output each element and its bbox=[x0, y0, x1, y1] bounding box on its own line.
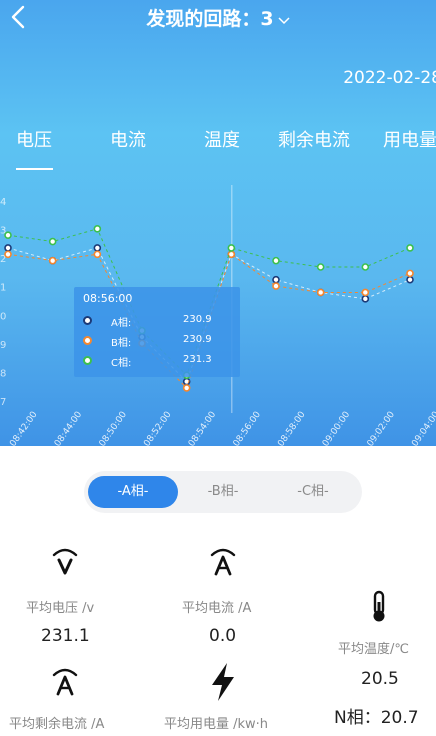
data-point bbox=[4, 231, 12, 239]
x-tick-label: 08:42:00 bbox=[8, 410, 40, 446]
y-tick-label: 7 bbox=[0, 397, 6, 408]
avg-temperature-label: 平均温度/℃ bbox=[338, 642, 409, 657]
x-tick-label: 09:02:00 bbox=[366, 410, 398, 446]
tab-current[interactable]: 电流 bbox=[110, 126, 146, 152]
chart-tooltip: 08:56:00 A相: 230.9 B相: 230.9 C相: 231.3 bbox=[74, 287, 240, 377]
avg-temperature-value: 20.5 bbox=[361, 669, 399, 689]
x-tick-label: 08:54:00 bbox=[187, 410, 219, 446]
voltage-v-icon bbox=[52, 548, 78, 575]
chevron-down-icon bbox=[278, 9, 290, 31]
x-tick-label: 09:00:00 bbox=[321, 410, 353, 446]
avg-residual-current-label: 平均剩余电流 /A bbox=[9, 717, 105, 732]
data-point bbox=[316, 288, 325, 297]
tab-temperature[interactable]: 温度 bbox=[204, 126, 240, 152]
data-point bbox=[93, 225, 102, 233]
tooltip-value: 231.3 bbox=[183, 354, 212, 365]
avg-voltage-label: 平均电压 /v bbox=[26, 601, 95, 616]
y-tick-label: 0 bbox=[0, 311, 6, 322]
header-panel: 发现的回路：3 2022-02-28 电压 电流 温度 剩余电流 用电量 432… bbox=[0, 0, 436, 446]
n-phase-value: 20.7 bbox=[380, 708, 419, 728]
tooltip-row-a: A相: 230.9 bbox=[83, 314, 233, 329]
phase-b-button[interactable]: -B相- bbox=[178, 476, 268, 508]
tab-residual-current[interactable]: 剩余电流 bbox=[278, 126, 350, 152]
data-point bbox=[227, 250, 236, 259]
data-point bbox=[48, 256, 57, 265]
y-tick-label: 8 bbox=[0, 368, 6, 379]
lightning-icon bbox=[212, 663, 234, 701]
avg-energy-label: 平均用电量 /kw·h bbox=[164, 717, 269, 732]
data-point bbox=[227, 244, 236, 252]
data-point bbox=[406, 269, 414, 278]
residual-current-icon bbox=[52, 668, 78, 696]
avg-current-value: 0.0 bbox=[209, 626, 237, 646]
x-tick-label: 09:04:00 bbox=[410, 410, 436, 446]
data-point bbox=[406, 244, 414, 252]
tab-energy[interactable]: 用电量 bbox=[383, 126, 436, 152]
tooltip-row-b: B相: 230.9 bbox=[83, 334, 233, 349]
thermometer-icon bbox=[373, 590, 385, 622]
data-point bbox=[4, 244, 12, 252]
y-tick-label: 4 bbox=[0, 197, 6, 208]
page-title-dropdown[interactable]: 发现的回路：3 bbox=[0, 4, 436, 31]
avg-voltage-value: 231.1 bbox=[41, 626, 90, 646]
data-point bbox=[93, 244, 102, 252]
data-point bbox=[272, 275, 280, 284]
series-c-dot-icon bbox=[83, 356, 92, 365]
data-point bbox=[406, 275, 414, 284]
series-a-dot-icon bbox=[83, 316, 92, 325]
n-phase-label: N相： bbox=[334, 708, 381, 728]
current-a-icon bbox=[210, 548, 236, 576]
x-tick-label: 08:58:00 bbox=[276, 410, 308, 446]
tooltip-value: 230.9 bbox=[183, 334, 212, 345]
tooltip-name: A相: bbox=[111, 318, 132, 329]
page-title: 发现的回路：3 bbox=[146, 8, 274, 30]
tab-voltage[interactable]: 电压 bbox=[16, 126, 52, 152]
phase-selector: -A相- -B相- -C相- bbox=[84, 471, 362, 513]
phase-c-button[interactable]: -C相- bbox=[268, 476, 358, 508]
data-point bbox=[182, 384, 191, 392]
data-point bbox=[272, 282, 280, 290]
data-point bbox=[272, 256, 280, 265]
data-point bbox=[4, 250, 12, 259]
data-point bbox=[361, 288, 370, 297]
x-tick-label: 08:44:00 bbox=[53, 410, 85, 446]
data-point bbox=[93, 250, 102, 259]
active-tab-indicator bbox=[16, 168, 53, 170]
series-b-dot-icon bbox=[83, 336, 92, 345]
tooltip-row-c: C相: 231.3 bbox=[83, 354, 233, 369]
tooltip-name: C相: bbox=[111, 358, 132, 369]
data-point bbox=[361, 295, 370, 303]
x-tick-label: 08:56:00 bbox=[232, 410, 264, 446]
tooltip-value: 230.9 bbox=[183, 314, 212, 325]
avg-current-label: 平均电流 /A bbox=[182, 601, 252, 616]
data-point bbox=[361, 263, 370, 271]
date-label[interactable]: 2022-02-28 bbox=[343, 68, 436, 88]
tooltip-time: 08:56:00 bbox=[83, 292, 133, 305]
x-tick-label: 08:50:00 bbox=[98, 410, 130, 446]
top-bar: 发现的回路：3 bbox=[0, 0, 436, 36]
y-tick-label: 9 bbox=[0, 340, 6, 351]
y-tick-label: 1 bbox=[0, 283, 6, 294]
x-tick-label: 08:52:00 bbox=[142, 410, 174, 446]
metric-tabs: 电压 电流 温度 剩余电流 用电量 bbox=[0, 126, 436, 174]
data-point bbox=[316, 263, 325, 271]
tooltip-name: B相: bbox=[111, 338, 132, 349]
phase-a-button[interactable]: -A相- bbox=[88, 476, 178, 508]
n-phase-temperature: N相：20.7 bbox=[334, 703, 419, 728]
data-point bbox=[48, 237, 57, 246]
